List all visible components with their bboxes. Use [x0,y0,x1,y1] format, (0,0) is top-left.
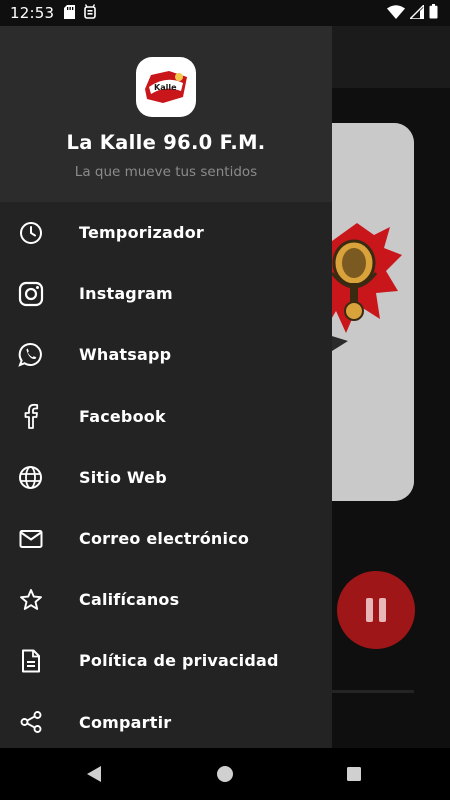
menu-item-email[interactable]: Correo electrónico [0,508,332,569]
mail-icon [17,525,44,552]
menu-item-privacy-policy[interactable]: Política de privacidad [0,630,332,691]
facebook-icon [17,403,44,430]
menu-item-timer[interactable]: Temporizador [0,202,332,263]
system-navigation-bar [0,748,450,800]
navigation-drawer: Kalle La Kalle 96.0 F.M. La que mueve tu… [0,26,332,748]
menu-label: Sitio Web [79,467,167,487]
menu-label: Temporizador [79,223,204,243]
pause-bar-right [379,598,386,622]
android-debug-icon [84,3,97,23]
back-icon[interactable] [81,761,107,787]
drawer-menu: Temporizador Instagram Whatsapp Facebook… [0,202,332,748]
status-time: 12:53 [10,4,55,22]
share-icon [17,709,44,736]
svg-text:Kalle: Kalle [154,83,177,92]
star-icon [17,586,44,613]
menu-item-share[interactable]: Compartir [0,692,332,749]
menu-label: Whatsapp [79,345,172,365]
station-name: La Kalle 96.0 F.M. [66,131,266,154]
wifi-icon [387,4,405,23]
menu-item-whatsapp[interactable]: Whatsapp [0,324,332,385]
home-icon[interactable] [212,761,238,787]
station-tagline: La que mueve tus sentidos [74,164,258,180]
menu-label: Política de privacidad [79,651,279,671]
pause-button[interactable] [337,571,415,649]
sd-card-icon [64,4,76,23]
clock-icon [17,219,44,246]
menu-label: Compartir [79,712,172,732]
status-bar: 12:53 [0,0,450,26]
menu-item-facebook[interactable]: Facebook [0,386,332,447]
status-notification-icons [64,3,97,23]
pause-bar-left [366,598,373,622]
menu-label: Califícanos [79,590,180,610]
menu-label: Instagram [79,284,173,304]
menu-label: Facebook [79,406,166,426]
globe-icon [17,464,44,491]
whatsapp-icon [17,341,44,368]
menu-item-website[interactable]: Sitio Web [0,447,332,508]
recents-icon[interactable] [341,761,367,787]
document-icon [17,647,44,674]
status-system-icons [387,2,438,23]
menu-label: Correo electrónico [79,529,250,549]
menu-item-instagram[interactable]: Instagram [0,263,332,324]
drawer-header: Kalle La Kalle 96.0 F.M. La que mueve tu… [0,26,332,202]
menu-item-rate-us[interactable]: Califícanos [0,569,332,630]
station-logo-icon: Kalle [145,71,187,103]
signal-icon [408,2,425,23]
instagram-icon [17,280,44,307]
battery-icon [429,3,438,23]
station-logo: Kalle [136,57,196,117]
